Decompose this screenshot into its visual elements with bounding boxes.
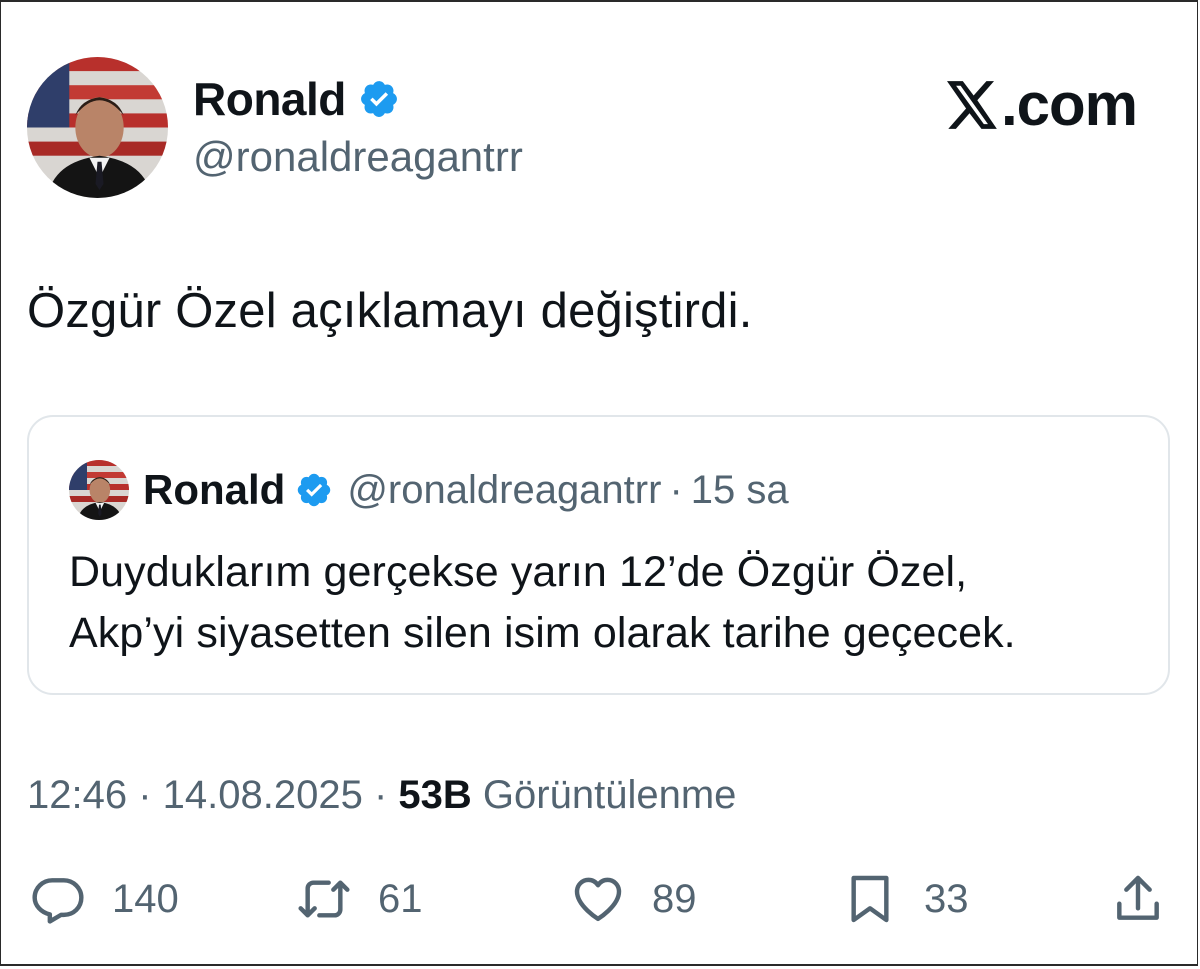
retweet-count: 61 [378, 876, 423, 921]
tweet-text: Özgür Özel açıklamayı değiştirdi. [27, 284, 753, 338]
tweet-time[interactable]: 12:46 [27, 773, 127, 817]
retweet-icon [298, 880, 350, 918]
author-name[interactable]: Ronald [193, 72, 346, 126]
quoted-avatar[interactable] [69, 460, 129, 520]
bookmark-count: 33 [924, 876, 969, 921]
quoted-tweet-card[interactable]: Ronald @ronaldreagantrr · 15 sa Duydukla… [27, 415, 1170, 695]
author-handle[interactable]: @ronaldreagantrr [193, 133, 523, 181]
author-name-row[interactable]: Ronald [193, 72, 400, 126]
reply-button[interactable]: 140 [30, 868, 179, 930]
brand-watermark: .com [946, 70, 1138, 139]
meta-separator: · [127, 773, 163, 817]
verified-badge-icon [360, 81, 397, 117]
x-logo-icon [946, 80, 997, 129]
tweet-meta: 12:46 · 14.08.2025 · 53B Görüntülenme [27, 773, 736, 818]
views-count: 53B [398, 773, 472, 817]
tweet-date[interactable]: 14.08.2025 [163, 773, 363, 817]
avatar[interactable] [27, 57, 168, 198]
share-button[interactable] [1110, 868, 1166, 930]
like-button[interactable]: 89 [570, 868, 697, 930]
bookmark-button[interactable]: 33 [842, 868, 969, 930]
action-bar: 140 61 89 33 [30, 868, 1170, 930]
quoted-separator: · [669, 467, 683, 512]
meta-separator: · [362, 773, 399, 817]
share-icon [1117, 875, 1159, 920]
verified-badge-icon [298, 473, 331, 507]
quoted-text-line-2: Akp’yi siyasetten silen isim olarak tari… [69, 609, 1016, 657]
reply-count: 140 [112, 876, 179, 921]
reply-icon [32, 878, 84, 924]
brand-domain: .com [1000, 71, 1138, 138]
quoted-text-line-1: Duyduklarım gerçekse yarın 12’de Özgür Ö… [69, 548, 968, 596]
like-count: 89 [652, 876, 697, 921]
quoted-author-name[interactable]: Ronald [143, 466, 285, 514]
bookmark-icon [851, 875, 889, 923]
avatar-image [27, 57, 168, 198]
quoted-tweet-header: Ronald @ronaldreagantrr · 15 sa [69, 459, 789, 521]
views-label: Görüntülenme [482, 773, 737, 817]
quoted-timestamp[interactable]: 15 sa [691, 468, 789, 513]
quoted-author-handle[interactable]: @ronaldreagantrr [347, 468, 661, 513]
retweet-button[interactable]: 61 [296, 868, 423, 930]
quoted-tweet-text: Duyduklarım gerçekse yarın 12’de Özgür Ö… [69, 542, 1016, 664]
quoted-avatar-image [69, 460, 129, 520]
heart-icon [574, 877, 622, 922]
